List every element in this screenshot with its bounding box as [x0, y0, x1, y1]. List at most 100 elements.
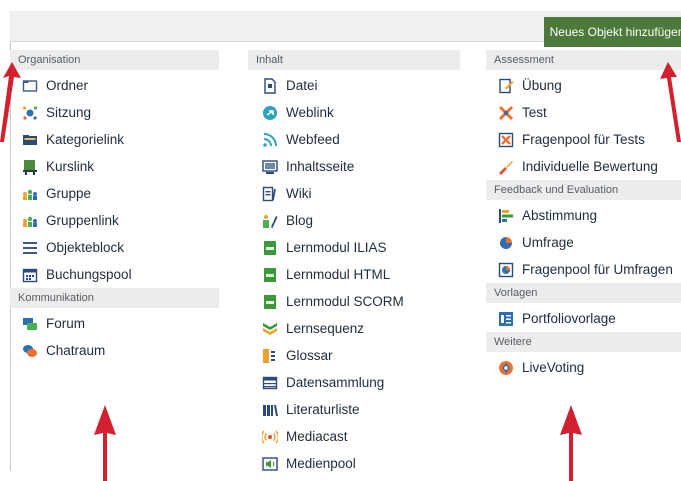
livevoting-icon — [498, 360, 514, 376]
annotation-arrow-icon — [560, 405, 582, 481]
weblink-icon — [262, 105, 278, 121]
annotation-arrow-icon — [94, 405, 116, 481]
column-organisation: Organisation Ordner Sitzung Kategorielink Ku… — [10, 50, 219, 364]
glossary-icon — [262, 348, 278, 364]
object-type-item[interactable]: Weblink — [248, 99, 460, 126]
object-type-label: Kategorielink — [46, 132, 125, 147]
object-type-item[interactable]: Webfeed — [248, 126, 460, 153]
object-type-item[interactable]: Test — [486, 99, 681, 126]
annotation-arrow-icon — [0, 62, 21, 142]
object-type-item[interactable]: Ordner — [10, 72, 219, 99]
group-header: Organisation — [10, 50, 219, 70]
object-type-label: Literaturliste — [286, 402, 360, 417]
group-header: Vorlagen — [486, 283, 681, 303]
calendar-icon — [22, 267, 38, 283]
object-type-item[interactable]: Gruppe — [10, 180, 219, 207]
object-type-item[interactable]: Medienpool — [248, 450, 460, 477]
object-type-item[interactable]: Literaturliste — [248, 396, 460, 423]
object-type-label: Abstimmung — [522, 208, 598, 223]
object-type-label: Übung — [522, 78, 562, 93]
wiki-icon — [262, 186, 278, 202]
group-header: Inhalt — [248, 50, 460, 70]
object-type-item[interactable]: Kategorielink — [10, 126, 219, 153]
object-type-label: Individuelle Bewertung — [522, 159, 658, 174]
object-type-label: Glossar — [286, 348, 333, 363]
poll-icon — [498, 208, 514, 224]
rss-icon — [262, 132, 278, 148]
object-type-label: Weblink — [286, 105, 334, 120]
object-type-label: Forum — [46, 316, 86, 331]
object-type-item[interactable]: LiveVoting — [486, 354, 681, 381]
column-assessment: Assessment Übung Test Fragenpool für Tests I… — [486, 50, 681, 381]
object-type-label: Portfoliovorlage — [522, 311, 616, 326]
survey-pool-icon — [498, 262, 514, 278]
object-type-item[interactable]: Objekteblock — [10, 234, 219, 261]
object-type-item[interactable]: Lernmodul SCORM — [248, 288, 460, 315]
object-type-item[interactable]: Mediacast — [248, 423, 460, 450]
object-type-item[interactable]: Lernmodul HTML — [248, 261, 460, 288]
object-type-item[interactable]: Individuelle Bewertung — [486, 153, 681, 180]
object-type-item[interactable]: Portfoliovorlage — [486, 305, 681, 332]
object-type-label: Medienpool — [286, 456, 356, 471]
group-header: Assessment — [486, 50, 681, 70]
exercise-icon — [498, 78, 514, 94]
session-icon — [22, 105, 38, 121]
object-type-item[interactable]: Umfrage — [486, 229, 681, 256]
data-collection-icon — [262, 375, 278, 391]
object-type-label: Lernsequenz — [286, 321, 365, 336]
object-type-item[interactable]: Lernsequenz — [248, 315, 460, 342]
media-pool-icon — [262, 456, 278, 472]
new-object-button[interactable]: Neues Objekt hinzufügen — [544, 17, 681, 47]
object-type-item[interactable]: Glossar — [248, 342, 460, 369]
object-type-item[interactable]: Datensammlung — [248, 369, 460, 396]
blog-icon — [262, 213, 278, 229]
object-type-label: Objekteblock — [46, 240, 125, 255]
assessment-icon — [498, 159, 514, 175]
object-type-label: Lernmodul HTML — [286, 267, 391, 282]
object-type-label: Webfeed — [286, 132, 340, 147]
bibliography-icon — [262, 402, 278, 418]
object-type-label: Chatraum — [46, 343, 106, 358]
object-type-item[interactable]: Sitzung — [10, 99, 219, 126]
survey-icon — [498, 235, 514, 251]
object-type-item[interactable]: Kurslink — [10, 153, 219, 180]
object-type-item[interactable]: Datei — [248, 72, 460, 99]
object-type-label: Fragenpool für Tests — [522, 132, 645, 147]
object-type-item[interactable]: Forum — [10, 310, 219, 337]
category-link-icon — [22, 132, 38, 148]
object-type-label: Blog — [286, 213, 314, 228]
object-type-item[interactable]: Lernmodul ILIAS — [248, 234, 460, 261]
object-type-item[interactable]: Gruppenlink — [10, 207, 219, 234]
learning-sequence-icon — [262, 321, 278, 337]
object-type-label: LiveVoting — [522, 360, 585, 375]
object-type-item[interactable]: Chatraum — [10, 337, 219, 364]
object-type-label: Buchungspool — [46, 267, 132, 282]
chat-icon — [22, 343, 38, 359]
object-type-item[interactable]: Abstimmung — [486, 202, 681, 229]
object-type-label: Wiki — [286, 186, 312, 201]
object-type-item[interactable]: Fragenpool für Tests — [486, 126, 681, 153]
course-link-icon — [22, 159, 38, 175]
annotation-arrow-icon — [660, 62, 681, 142]
object-type-label: Umfrage — [522, 235, 574, 250]
item-group-icon — [22, 240, 38, 256]
content-page-icon — [262, 159, 278, 175]
folder-icon — [22, 78, 38, 94]
object-type-item[interactable]: Wiki — [248, 180, 460, 207]
object-type-item[interactable]: Blog — [248, 207, 460, 234]
object-type-label: Fragenpool für Umfragen — [522, 262, 673, 277]
object-type-item[interactable]: Inhaltsseite — [248, 153, 460, 180]
object-type-label: Gruppe — [46, 186, 92, 201]
object-type-label: Inhaltsseite — [286, 159, 355, 174]
object-type-label: Datensammlung — [286, 375, 385, 390]
object-type-label: Datei — [286, 78, 318, 93]
forum-icon — [22, 316, 38, 332]
toolbar: Neues Objekt hinzufügen — [10, 11, 681, 47]
object-type-item[interactable]: Fragenpool für Umfragen — [486, 256, 681, 283]
object-type-item[interactable]: Buchungspool — [10, 261, 219, 288]
column-content: Inhalt Datei Weblink Webfeed Inhaltsseite Wik… — [248, 50, 460, 477]
object-type-item[interactable]: Übung — [486, 72, 681, 99]
object-type-label: Lernmodul ILIAS — [286, 240, 387, 255]
file-icon — [262, 77, 278, 94]
group-link-icon — [22, 213, 38, 229]
